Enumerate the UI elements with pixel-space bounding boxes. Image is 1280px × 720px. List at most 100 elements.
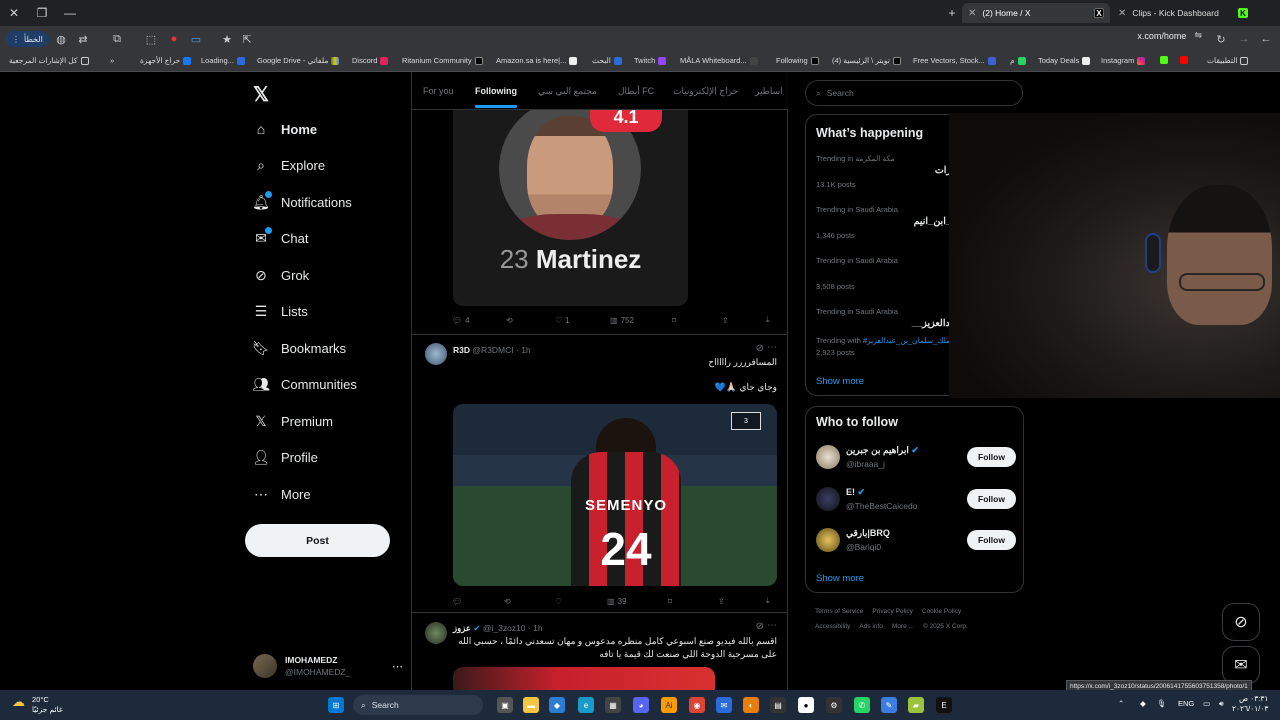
search-input[interactable]: ⌕ Search	[805, 80, 1023, 106]
volume-icon[interactable]: 🔊︎	[1219, 699, 1224, 709]
avatar[interactable]	[425, 622, 447, 644]
author-handle[interactable]: @i_3zoz10	[483, 623, 526, 633]
account-switcher[interactable]: IMOHAMEDZ @IMOHAMEDZ_ ⋯	[253, 649, 403, 683]
translate-icon[interactable]: ⇄	[72, 28, 94, 50]
close-tab-icon[interactable]: ✕	[1118, 8, 1126, 19]
nav-communities[interactable]: 👥︎ Communities	[252, 376, 357, 392]
illustrator-icon[interactable]: Ai	[661, 697, 677, 713]
youtube-bookmark[interactable]	[1180, 56, 1188, 64]
tab-community[interactable]: أبطال FC	[618, 86, 654, 97]
file-explorer-icon[interactable]: ▬	[523, 697, 539, 713]
footer-link[interactable]: Privacy Policy	[872, 608, 912, 615]
download-button[interactable]: ⤓	[766, 315, 770, 325]
bookmark-item[interactable]: Twitch	[634, 56, 667, 65]
grok-fab-icon[interactable]: ⊘	[1222, 603, 1260, 641]
avatar[interactable]	[425, 343, 447, 365]
tab-kick-clips[interactable]: ✕ Clips - Kick Dashboard K	[1112, 3, 1254, 23]
reply-button[interactable]: 💬︎ 4	[452, 316, 470, 325]
minimize-window-icon[interactable]: —	[56, 0, 84, 26]
bookmark-item[interactable]: حراج الأجهزة	[140, 56, 192, 65]
nav-premium[interactable]: 𝕏 Premium	[253, 413, 333, 429]
screenshot-icon[interactable]: ⧉	[106, 28, 128, 50]
store-icon[interactable]: ▦	[605, 697, 621, 713]
tweet-media[interactable]: SEMENYO 24 3	[453, 404, 777, 586]
nav-bookmarks[interactable]: 🔖︎ Bookmarks	[252, 340, 346, 356]
app-icon[interactable]: ▰	[908, 697, 924, 713]
bookmark-button[interactable]: ⌑	[668, 597, 672, 606]
bookmark-item[interactable]: Today Deals	[1038, 56, 1091, 65]
bookmark-item[interactable]: (4) تويتر \ الرئيسية	[832, 56, 901, 65]
bookmark-item[interactable]: Loading...	[201, 56, 245, 65]
extension-icon[interactable]: ◍	[50, 28, 72, 50]
apps-bookmark[interactable]: التطبيقات	[1207, 56, 1249, 65]
address-bar[interactable]: x.com/home ⇋	[1137, 30, 1202, 41]
trend-hashtag-link[interactable]: #الملك_سلمان_بن_عبدالعزيز	[863, 336, 955, 345]
player-card-image[interactable]: 4.1 23 Martinez	[453, 110, 688, 306]
nav-grok[interactable]: ⊘ Grok	[253, 267, 309, 283]
tweet-time[interactable]: 1h	[521, 345, 530, 355]
more-horizontal-icon[interactable]: ⋯	[767, 620, 777, 631]
tweet[interactable]: عزوز ✔ @i_3zoz10 · 1h ⊘ ⋯ اقسم بالله فيد…	[412, 612, 788, 690]
tab-community[interactable]: مجتمع البي سي	[538, 86, 597, 97]
follow-suggestion[interactable]: E! ✔ @TheBestCaicedo Follow	[816, 485, 1016, 515]
clock[interactable]: ٠٣:٣١ ص ٢٠٢٦/٠١/٠٣	[1232, 694, 1268, 714]
tweet-media[interactable]	[453, 667, 715, 690]
blender-icon[interactable]: ◐	[743, 697, 759, 713]
bookmark-all[interactable]: كل الإشارات المرجعية	[9, 56, 89, 65]
discord-icon[interactable]: ◕	[633, 697, 649, 713]
show-more-link[interactable]: Show more	[816, 376, 864, 387]
weather-widget[interactable]: ☁ 20°C غائم جزئيًا	[12, 695, 63, 715]
chrome-icon[interactable]: ◉	[689, 697, 705, 713]
tray-overflow-icon[interactable]: ⌃	[1118, 699, 1124, 708]
follow-button[interactable]: Follow	[967, 447, 1016, 467]
reload-icon[interactable]: ↻	[1210, 28, 1232, 50]
share-icon[interactable]: ⇱	[236, 28, 258, 50]
author-handle[interactable]: @R3DMCI	[472, 345, 513, 355]
bookmark-item[interactable]: Ritanium Community	[402, 56, 483, 65]
follow-button[interactable]: Follow	[967, 530, 1016, 550]
mail-icon[interactable]: ✉	[716, 697, 732, 713]
bookmark-item[interactable]: Amazon.sa is here|...	[496, 56, 578, 65]
nav-profile[interactable]: 👤︎ Profile	[252, 449, 318, 465]
more-horizontal-icon[interactable]: ⋯	[392, 660, 403, 673]
bookmark-item[interactable]: Free Vectors, Stock...	[913, 56, 996, 65]
views-button[interactable]: ▥ 752	[610, 316, 634, 325]
like-button[interactable]: ♡	[555, 597, 562, 606]
microphone-icon[interactable]: 🎙︎	[1157, 699, 1167, 708]
footer-link[interactable]: Ads info	[859, 623, 883, 630]
tray-app-icon[interactable]: ◆	[1140, 699, 1146, 708]
more-horizontal-icon[interactable]: ⋯	[767, 342, 777, 353]
steam-icon[interactable]: ⚙	[826, 697, 842, 713]
like-button[interactable]: ♡ 1	[555, 316, 570, 325]
x-logo-icon[interactable]: 𝕏	[253, 82, 269, 107]
bookmark-item[interactable]: م	[1010, 56, 1026, 65]
show-more-link[interactable]: Show more	[816, 573, 864, 584]
restore-window-icon[interactable]: ❐	[28, 0, 56, 26]
edge-icon[interactable]: e	[578, 697, 594, 713]
nav-home[interactable]: ⌂ Home	[253, 121, 317, 137]
tab-community[interactable]: حراج الإلكترونيات	[673, 86, 738, 97]
taskbar-search[interactable]: ⌕ Search	[353, 695, 483, 715]
nav-more[interactable]: ⋯ More	[253, 486, 311, 502]
nav-explore[interactable]: ⌕ Explore	[253, 157, 325, 173]
footer-link[interactable]: Terms of Service	[815, 608, 863, 615]
bookmark-item[interactable]: Discord	[352, 56, 389, 65]
close-window-icon[interactable]: ✕	[0, 0, 28, 26]
tab-following[interactable]: Following	[475, 86, 517, 108]
epic-games-icon[interactable]: E	[936, 697, 952, 713]
share-button[interactable]: ⇪	[718, 597, 725, 606]
retweet-button[interactable]: ⟲	[506, 316, 513, 325]
close-tab-icon[interactable]: ✕	[968, 8, 976, 19]
bookmark-star-icon[interactable]: ★	[216, 28, 238, 50]
bookmark-item[interactable]: البحث	[592, 56, 622, 65]
bookmark-item[interactable]: Instagram	[1101, 56, 1146, 65]
task-view-icon[interactable]: ▣	[497, 697, 513, 713]
nav-notifications[interactable]: 🔔︎ Notifications	[252, 191, 352, 210]
puzzle-icon[interactable]: ⬚	[140, 28, 162, 50]
paint-icon[interactable]: ✎	[881, 697, 897, 713]
bookmark-button[interactable]: ⌑	[672, 316, 676, 325]
error-pill[interactable]: ⋮ الخطأ	[6, 31, 49, 47]
footer-link[interactable]: More ...	[892, 623, 914, 630]
follow-suggestion[interactable]: بارقي|BRQ @Bariqi0 Follow	[816, 526, 1016, 556]
whatsapp-icon[interactable]: ✆	[854, 697, 870, 713]
